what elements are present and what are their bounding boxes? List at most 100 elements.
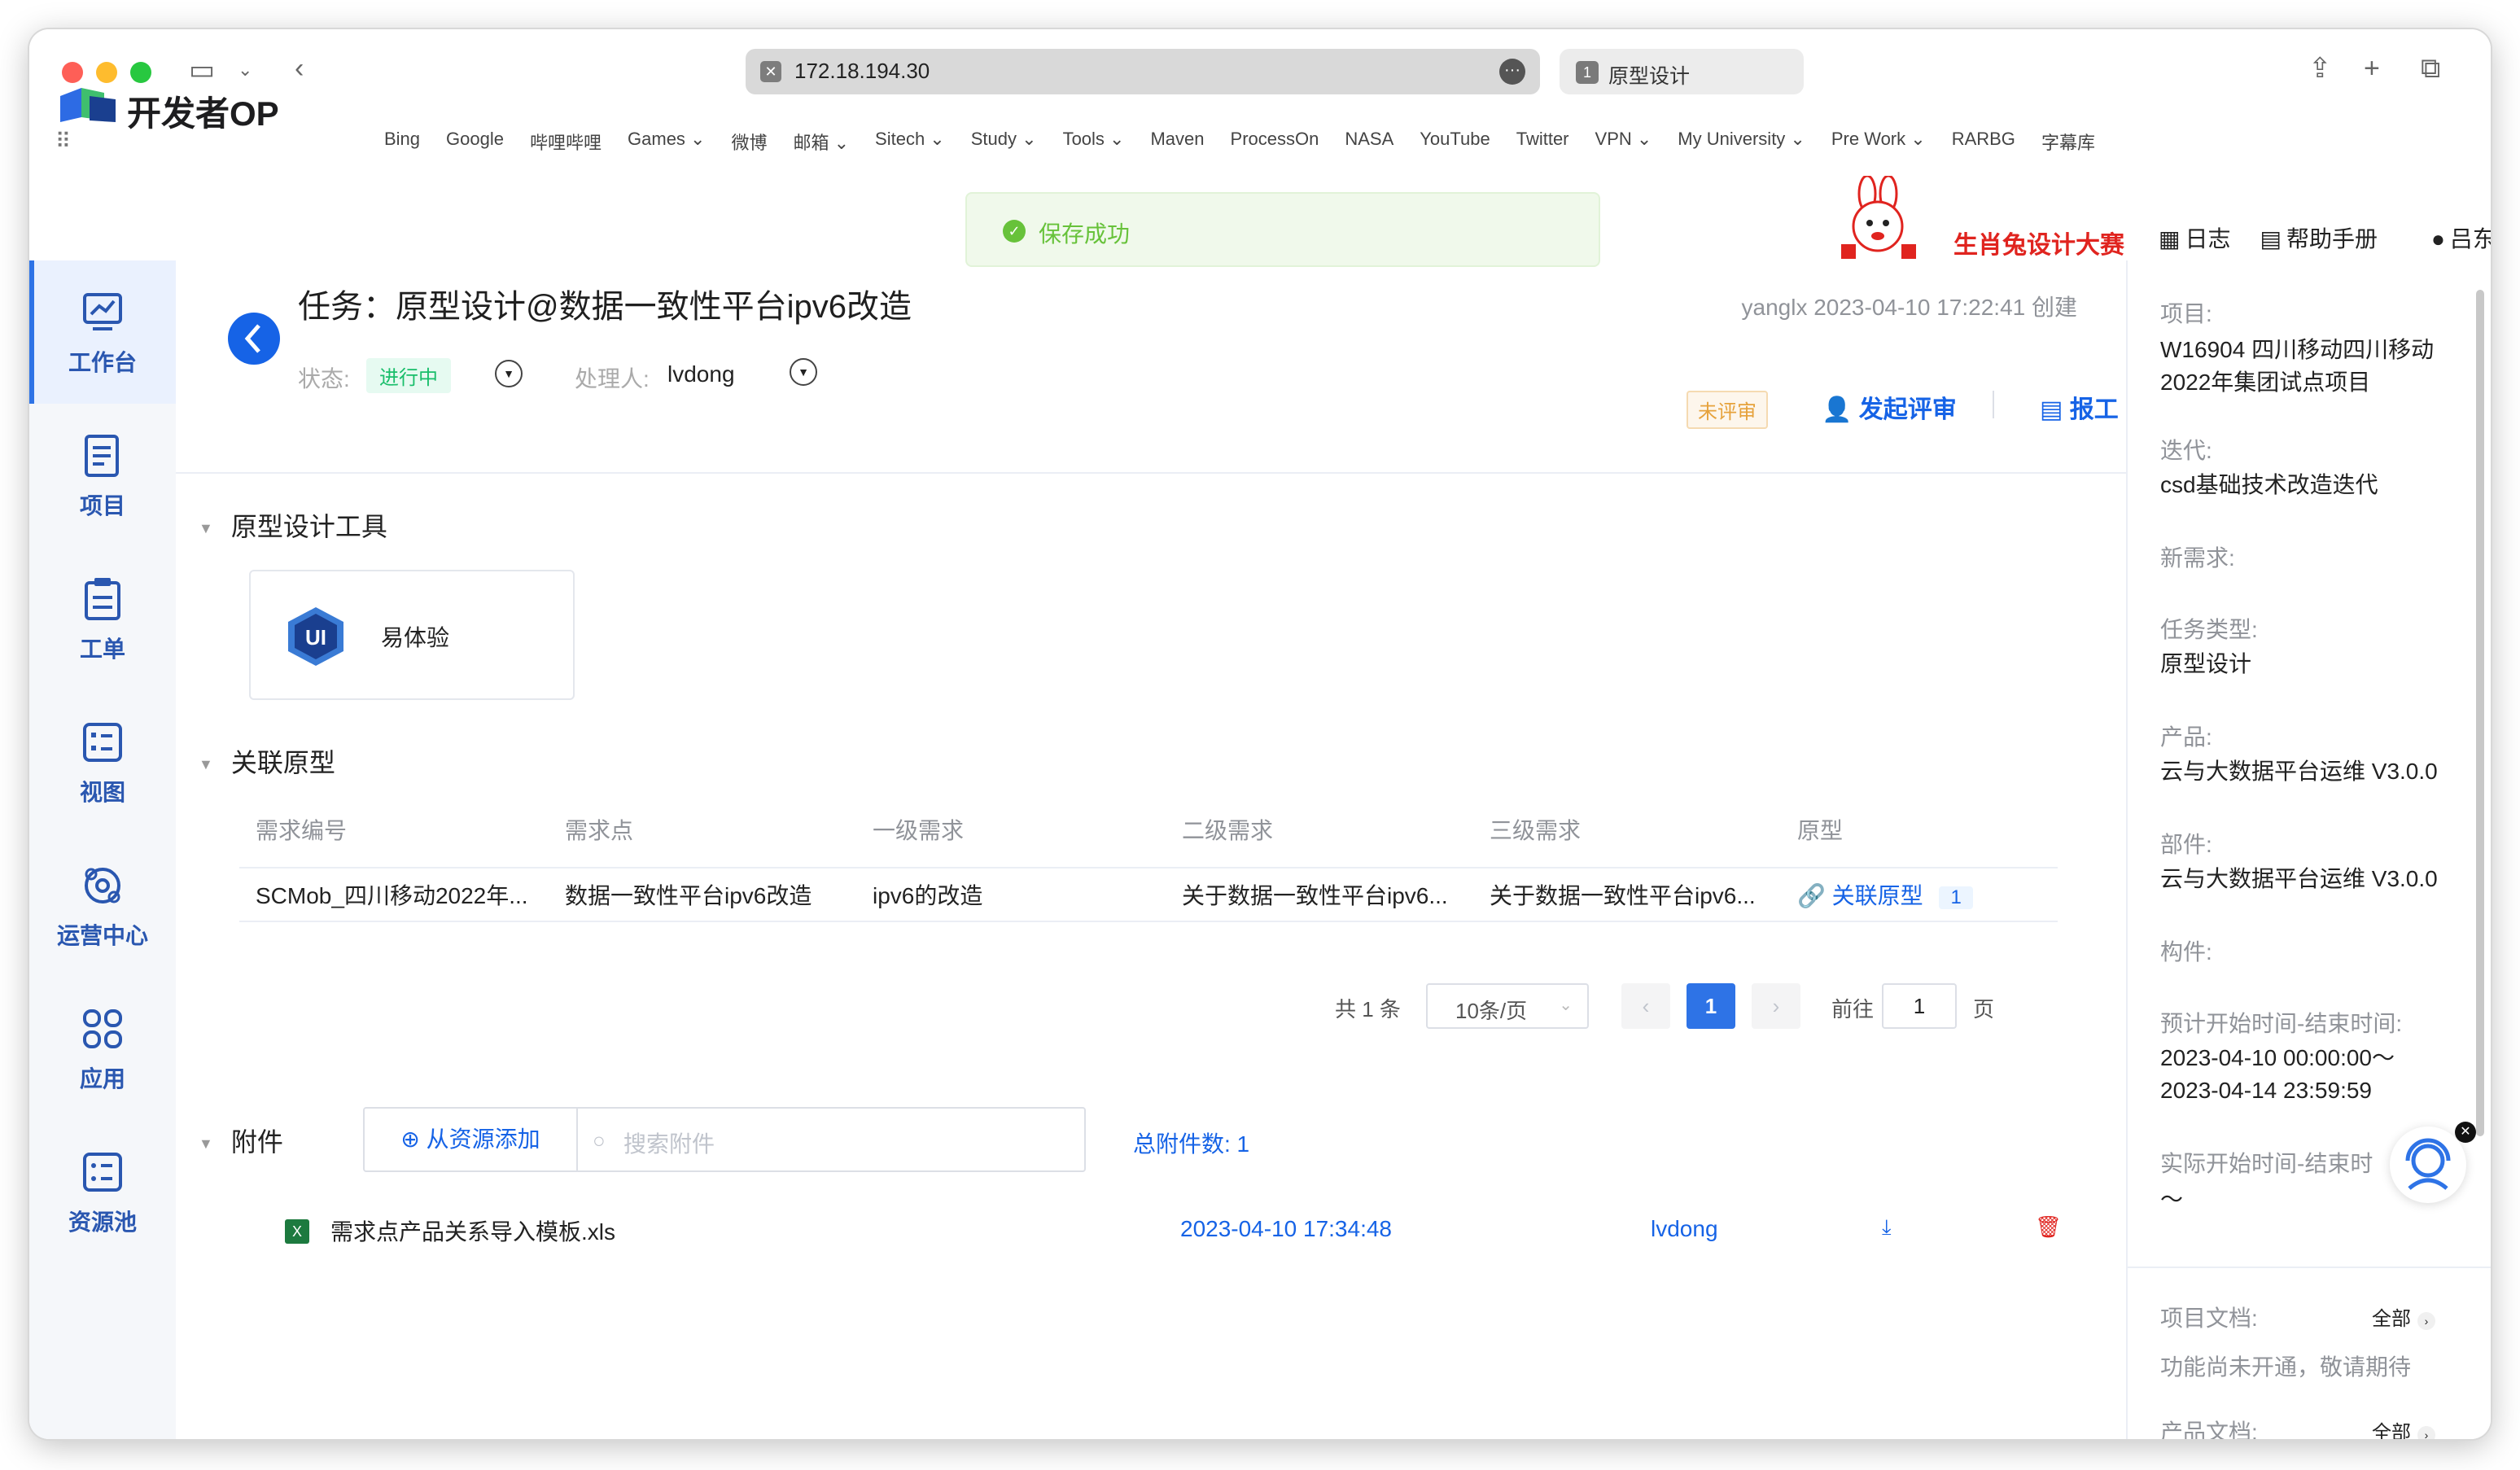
attachment-toolbar: ⊕ 从资源添加 ○ 搜索附件: [363, 1107, 1086, 1172]
section-attachments[interactable]: ▼ 附件: [199, 1122, 283, 1159]
address-bar[interactable]: ✕ 172.18.194.30 ···: [746, 49, 1540, 94]
sidebar-label: 资源池: [68, 1210, 137, 1235]
prototype-count: 1: [1939, 886, 1973, 909]
section-title: 附件: [230, 1127, 283, 1157]
iteration-label: 迭代:: [2160, 438, 2212, 463]
sidebar-item-apps[interactable]: 应用: [29, 977, 176, 1120]
bookmark-item[interactable]: Games ⌄: [628, 129, 705, 155]
log-link[interactable]: ▦ 日志: [2159, 221, 2230, 254]
zoom-window-button[interactable]: [130, 62, 151, 83]
page-size-select[interactable]: 10条/页 ⌄: [1426, 983, 1589, 1029]
status-dropdown-icon[interactable]: ▼: [495, 360, 523, 387]
new-tab-icon[interactable]: +: [2364, 52, 2380, 85]
next-page-button[interactable]: ›: [1752, 983, 1800, 1029]
product-docs-filter[interactable]: 全部 ›: [2372, 1416, 2435, 1439]
bookmark-item[interactable]: Tools ⌄: [1063, 129, 1125, 155]
bookmark-item[interactable]: Google: [446, 129, 504, 155]
review-status-badge: 未评审: [1687, 391, 1768, 429]
resource-pool-icon: [83, 1153, 122, 1192]
handler-dropdown-icon[interactable]: ▼: [790, 358, 817, 386]
back-nav-icon[interactable]: ‹: [295, 52, 304, 85]
cell-level3: 关于数据一致性平台ipv6...: [1473, 867, 1781, 922]
excel-file-icon: X: [285, 1219, 309, 1244]
sidebar-toggle-icon[interactable]: ▭: [189, 54, 215, 86]
prev-page-button[interactable]: ‹: [1621, 983, 1670, 1029]
part-label: 部件:: [2160, 832, 2212, 857]
section-tools[interactable]: ▼ 原型设计工具: [199, 506, 387, 544]
window-controls: [62, 62, 151, 83]
download-icon[interactable]: ⤓: [1882, 1214, 1892, 1240]
more-icon[interactable]: ···: [1499, 59, 1525, 85]
prototype-table: 需求编号 需求点 一级需求 二级需求 三级需求 原型 SCMob_四川移动202…: [239, 791, 2058, 922]
site-icon: ✕: [760, 61, 781, 82]
page-unit-label: 页: [1973, 997, 1995, 1022]
start-review-button[interactable]: 👤 发起评审: [1822, 389, 1957, 425]
bookmark-item[interactable]: 字幕库: [2041, 129, 2095, 155]
bookmark-item[interactable]: Maven: [1150, 129, 1204, 155]
link-icon: 🔗: [1797, 883, 1826, 908]
sidebar-item-project[interactable]: 项目: [29, 404, 176, 547]
support-agent-icon: [2405, 1138, 2451, 1190]
add-from-resource-button[interactable]: ⊕ 从资源添加: [365, 1109, 578, 1170]
attachment-search-input[interactable]: 搜索附件: [623, 1127, 715, 1159]
project-docs-filter[interactable]: 全部 ›: [2372, 1302, 2435, 1331]
browser-tab[interactable]: 1 原型设计: [1560, 49, 1804, 94]
header-divider: [176, 472, 2126, 474]
scrollbar[interactable]: [2476, 290, 2484, 1136]
bookmark-item[interactable]: 微博: [731, 129, 767, 155]
calendar-icon: ▦: [2159, 226, 2181, 252]
bookmark-item[interactable]: NASA: [1345, 129, 1393, 155]
bookmark-item[interactable]: 哔哩哔哩: [530, 129, 602, 155]
bookmark-item[interactable]: 邮箱 ⌄: [794, 129, 850, 155]
sidebar-item-view[interactable]: 视图: [29, 690, 176, 833]
assistant-button[interactable]: [2390, 1127, 2466, 1203]
project-value: W16904 四川移动四川移动2022年集团试点项目: [2160, 337, 2435, 395]
close-icon[interactable]: ✕: [2455, 1122, 2476, 1143]
share-icon[interactable]: ⇪: [2308, 52, 2332, 85]
apps-grid-icon[interactable]: ⠿: [55, 129, 71, 154]
sidebar-item-ticket[interactable]: 工单: [29, 547, 176, 690]
sidebar-item-operations[interactable]: 运营中心: [29, 833, 176, 977]
link-prototype[interactable]: 🔗 关联原型: [1797, 883, 1923, 908]
report-work-button[interactable]: ▤ 报工: [2040, 389, 2119, 425]
browser-window: ▭ ⌄ ‹ ✕ 172.18.194.30 ··· 1 原型设计 ⇪ + ⧉ ⠿…: [29, 29, 2491, 1439]
file-uploader: lvdong: [1651, 1216, 1718, 1241]
file-name[interactable]: 需求点产品关系导入模板.xls: [330, 1214, 615, 1247]
help-link[interactable]: ▤ 帮助手册: [2260, 221, 2377, 254]
tool-card[interactable]: UI 易体验: [249, 570, 575, 700]
bookmark-item[interactable]: My University ⌄: [1678, 129, 1805, 155]
user-icon: 👤: [1822, 396, 1853, 423]
close-window-button[interactable]: [62, 62, 83, 83]
bookmark-item[interactable]: YouTube: [1420, 129, 1490, 155]
bookmark-item[interactable]: Pre Work ⌄: [1831, 129, 1926, 155]
help-label: 帮助手册: [2286, 226, 2378, 252]
bookmark-item[interactable]: ProcessOn: [1231, 129, 1319, 155]
project-icon: [85, 435, 119, 477]
filter-label: 全部: [2372, 1422, 2411, 1439]
bookmark-item[interactable]: RARBG: [1952, 129, 2015, 155]
delete-icon[interactable]: 🗑: [2035, 1214, 2062, 1240]
task-type-value: 原型设计: [2160, 651, 2252, 676]
sidebar-item-resource-pool[interactable]: 资源池: [29, 1120, 176, 1263]
bookmark-item[interactable]: Study ⌄: [971, 129, 1037, 155]
tab-overview-icon[interactable]: ⧉: [2421, 52, 2440, 85]
goto-page-input[interactable]: 1: [1882, 983, 1957, 1029]
sidebar-label: 项目: [79, 493, 125, 518]
chevron-down-icon[interactable]: ⌄: [238, 54, 252, 86]
sidebar-item-workbench[interactable]: 工作台: [29, 260, 176, 404]
back-button[interactable]: [228, 313, 280, 365]
minimize-window-button[interactable]: [96, 62, 117, 83]
section-title: 关联原型: [230, 748, 335, 777]
bookmark-item[interactable]: Sitech ⌄: [875, 129, 945, 155]
bookmark-item[interactable]: Bing: [384, 129, 420, 155]
handler-value: lvdong: [667, 361, 735, 387]
section-linked-prototypes[interactable]: ▼ 关联原型: [199, 742, 335, 780]
current-page[interactable]: 1: [1687, 983, 1735, 1029]
handler-label: 处理人:: [575, 366, 650, 392]
bookmark-item[interactable]: VPN ⌄: [1595, 129, 1652, 155]
link-label: 关联原型: [1831, 883, 1923, 908]
bookmark-item[interactable]: Twitter: [1516, 129, 1569, 155]
project-label: 项目:: [2160, 301, 2212, 326]
file-date: 2023-04-10 17:34:48: [1180, 1216, 1392, 1241]
user-menu[interactable]: ● 吕东: [2431, 221, 2491, 254]
